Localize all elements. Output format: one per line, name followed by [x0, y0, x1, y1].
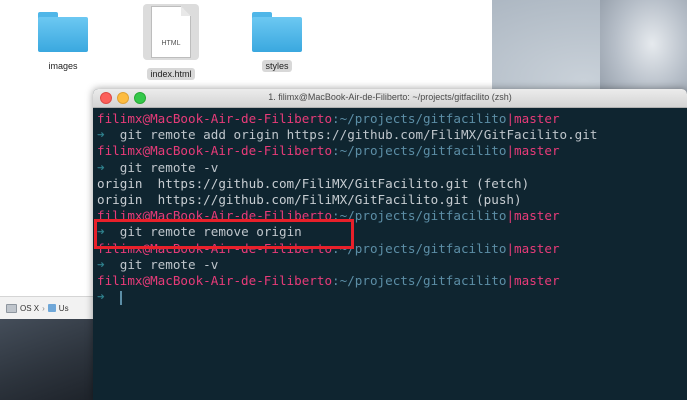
- terminal-line: filimx@MacBook-Air-de-Filiberto:~/projec…: [97, 143, 687, 159]
- prompt-arrow-icon: ➜: [97, 159, 105, 175]
- terminal-line: ➜ git remote -v: [97, 257, 687, 273]
- terminal-line: ➜ git remote -v: [97, 160, 687, 176]
- terminal-line: filimx@MacBook-Air-de-Filiberto:~/projec…: [97, 111, 687, 127]
- folder-icon: [252, 12, 302, 52]
- terminal-output[interactable]: filimx@MacBook-Air-de-Filiberto:~/projec…: [93, 108, 687, 305]
- prompt-branch: master: [514, 272, 560, 288]
- terminal-title: 1. filimx@MacBook-Air-de-Filiberto: ~/pr…: [268, 92, 512, 102]
- folder-icon: [38, 12, 88, 52]
- prompt-branch: master: [514, 143, 560, 159]
- prompt-branch: master: [514, 240, 560, 256]
- text-cursor: [119, 290, 122, 305]
- prompt-branch: master: [514, 208, 560, 224]
- finder-item-label: images: [48, 61, 78, 71]
- terminal-line: ➜ git remote add origin https://github.c…: [97, 127, 687, 143]
- document-icon: HTML: [143, 4, 199, 60]
- prompt-user: filimx@MacBook-Air-de-Filiberto: [97, 143, 333, 159]
- prompt-arrow-icon: ➜: [97, 127, 105, 143]
- output-text: origin https://github.com/FiliMX/GitFaci…: [97, 191, 522, 207]
- command-text: git remote -v: [104, 159, 219, 175]
- prompt-separator: |: [506, 111, 515, 126]
- path-drive[interactable]: OS X: [20, 304, 39, 313]
- prompt-separator: |: [506, 240, 515, 256]
- terminal-line: ➜: [97, 289, 687, 305]
- prompt-separator: |: [506, 272, 515, 288]
- prompt-separator: |: [506, 208, 515, 224]
- terminal-titlebar[interactable]: 1. filimx@MacBook-Air-de-Filiberto: ~/pr…: [93, 89, 687, 108]
- prompt-path: :~/projects/gitfacilito: [332, 143, 507, 159]
- terminal-line: filimx@MacBook-Air-de-Filiberto:~/projec…: [97, 273, 687, 289]
- prompt-arrow-icon: ➜: [97, 289, 120, 305]
- finder-path-bar: OS X › Us: [0, 296, 101, 319]
- prompt-arrow-icon: ➜: [97, 256, 105, 272]
- finder-item-images[interactable]: images: [18, 0, 108, 74]
- command-text: git remote add origin https://github.com…: [104, 127, 598, 143]
- users-folder-icon: [47, 304, 56, 312]
- prompt-path: :~/projects/gitfacilito: [332, 208, 507, 224]
- prompt-path: :~/projects/gitfacilito: [332, 240, 507, 256]
- finder-item-label: styles: [262, 60, 292, 72]
- prompt-path: :~/projects/gitfacilito: [332, 272, 507, 288]
- terminal-line: origin https://github.com/FiliMX/GitFaci…: [97, 176, 687, 192]
- finder-item-styles[interactable]: styles: [232, 0, 322, 74]
- command-text: git remote -v: [104, 256, 219, 272]
- highlight-box: [94, 219, 354, 249]
- prompt-user: filimx@MacBook-Air-de-Filiberto: [97, 111, 333, 126]
- prompt-separator: |: [506, 143, 515, 159]
- terminal-line: origin https://github.com/FiliMX/GitFaci…: [97, 192, 687, 208]
- finder-item-label: index.html: [147, 68, 195, 80]
- output-text: origin https://github.com/FiliMX/GitFaci…: [97, 175, 530, 191]
- prompt-branch: master: [514, 111, 560, 126]
- prompt-path: :~/projects/gitfacilito: [332, 111, 507, 126]
- finder-item-index-html[interactable]: HTML index.html: [126, 0, 216, 82]
- path-users[interactable]: Us: [59, 304, 69, 313]
- drive-icon: [6, 303, 17, 313]
- prompt-user: filimx@MacBook-Air-de-Filiberto: [97, 272, 333, 288]
